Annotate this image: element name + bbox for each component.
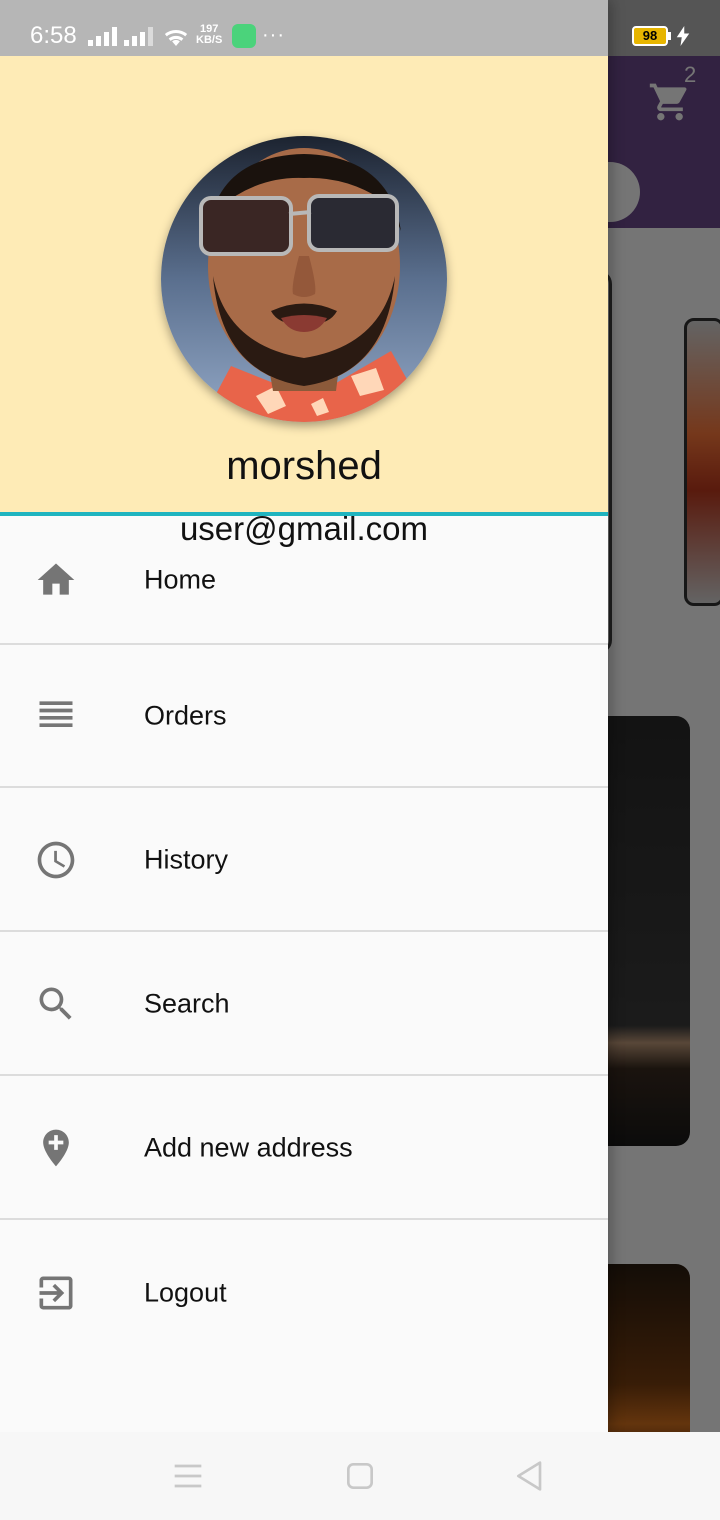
- menu-item-label: Add new address: [144, 1132, 353, 1162]
- wifi-icon: [164, 29, 188, 46]
- menu-item-label: Home: [144, 564, 217, 594]
- drawer-header: morshed user@gmail.com: [0, 56, 608, 547]
- signal-icon: [88, 26, 117, 46]
- menu-item-label: Search: [144, 988, 230, 1018]
- add-location-icon: [43, 1129, 69, 1166]
- notification-app-icon: [232, 24, 256, 48]
- logout-icon: [39, 1276, 73, 1309]
- status-bar: 6:58 197 KB/S ··· 98: [0, 0, 720, 56]
- menu-item-add-address[interactable]: Add new address: [0, 1077, 608, 1220]
- menu-item-label: Orders: [144, 700, 227, 730]
- user-name: morshed: [226, 444, 382, 488]
- list-icon: [39, 700, 73, 727]
- navigation-drawer: morshed user@gmail.com Home Orders Histo…: [0, 0, 608, 1432]
- menu-item-logout[interactable]: Logout: [0, 1221, 608, 1364]
- status-time: 6:58: [30, 22, 77, 49]
- clock-icon: [37, 841, 75, 878]
- back-triangle-icon[interactable]: [510, 1456, 550, 1496]
- system-navigation-bar: [0, 1432, 720, 1520]
- menu-item-home[interactable]: Home: [0, 516, 608, 645]
- home-icon: [37, 563, 75, 595]
- avatar: [161, 136, 447, 422]
- battery-level: 98: [642, 28, 658, 43]
- more-notifications-icon: ···: [262, 24, 285, 46]
- battery-icon: 98: [632, 26, 668, 46]
- charging-icon: [676, 26, 690, 46]
- menu-icon[interactable]: [168, 1456, 208, 1496]
- network-speed: 197 KB/S: [196, 23, 223, 46]
- menu-item-search[interactable]: Search: [0, 933, 608, 1076]
- menu-item-orders[interactable]: Orders: [0, 645, 608, 788]
- battery-tip: [668, 32, 671, 40]
- menu-item-history[interactable]: History: [0, 789, 608, 932]
- search-icon: [39, 987, 72, 1020]
- signal-icon: [124, 26, 153, 46]
- home-square-icon[interactable]: [340, 1456, 380, 1496]
- menu-item-label: Logout: [144, 1277, 227, 1307]
- menu-item-label: History: [144, 844, 229, 874]
